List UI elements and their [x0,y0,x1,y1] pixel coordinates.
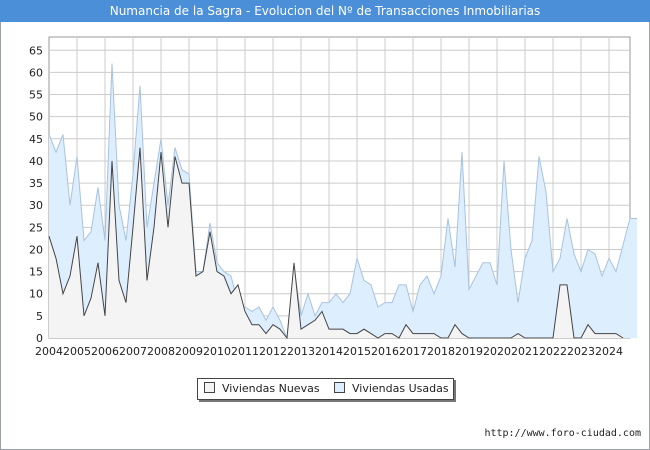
x-tick-label: 2021 [511,345,539,358]
y-tick-label: 60 [29,66,43,79]
x-tick-label: 2012 [259,345,287,358]
legend-label-usadas: Viviendas Usadas [352,382,449,395]
y-tick-label: 50 [29,111,43,124]
legend-swatch-usadas [334,382,345,393]
x-tick-label: 2018 [427,345,455,358]
x-tick-label: 2011 [231,345,259,358]
y-tick-label: 0 [36,332,43,345]
y-tick-label: 10 [29,288,43,301]
y-axis: 0 5 10 15 20 25 30 35 40 45 50 55 60 65 [29,44,43,345]
x-tick-label: 2010 [203,345,231,358]
legend-swatch-nuevas [204,382,215,393]
x-tick-label: 2013 [287,345,315,358]
y-tick-label: 15 [29,266,43,279]
y-tick-label: 20 [29,243,43,256]
y-tick-label: 55 [29,89,43,102]
y-tick-label: 5 [36,310,43,323]
x-tick-label: 2016 [371,345,399,358]
x-tick-label: 2009 [175,345,203,358]
x-tick-label: 2014 [315,345,343,358]
x-tick-label: 2023 [567,345,595,358]
y-tick-label: 65 [29,44,43,57]
x-tick-label: 2017 [399,345,427,358]
x-tick-label: 2004 [35,345,63,358]
y-tick-label: 25 [29,221,43,234]
x-tick-label: 2019 [455,345,483,358]
x-axis: 2004 2005 2006 2007 2008 2009 2010 2011 2012 2013… [35,345,623,358]
y-tick-label: 35 [29,177,43,190]
x-tick-label: 2005 [63,345,91,358]
legend-label-nuevas: Viviendas Nuevas [222,382,320,395]
y-tick-label: 45 [29,133,43,146]
x-tick-label: 2024 [595,345,623,358]
y-tick-label: 30 [29,199,43,212]
x-tick-label: 2008 [147,345,175,358]
x-tick-label: 2015 [343,345,371,358]
source-link[interactable]: http://www.foro-ciudad.com [484,428,641,439]
y-tick-label: 40 [29,155,43,168]
x-tick-label: 2006 [91,345,119,358]
x-tick-label: 2020 [483,345,511,358]
x-tick-label: 2022 [539,345,567,358]
x-tick-label: 2007 [119,345,147,358]
legend: Viviendas Nuevas Viviendas Usadas [197,378,454,400]
